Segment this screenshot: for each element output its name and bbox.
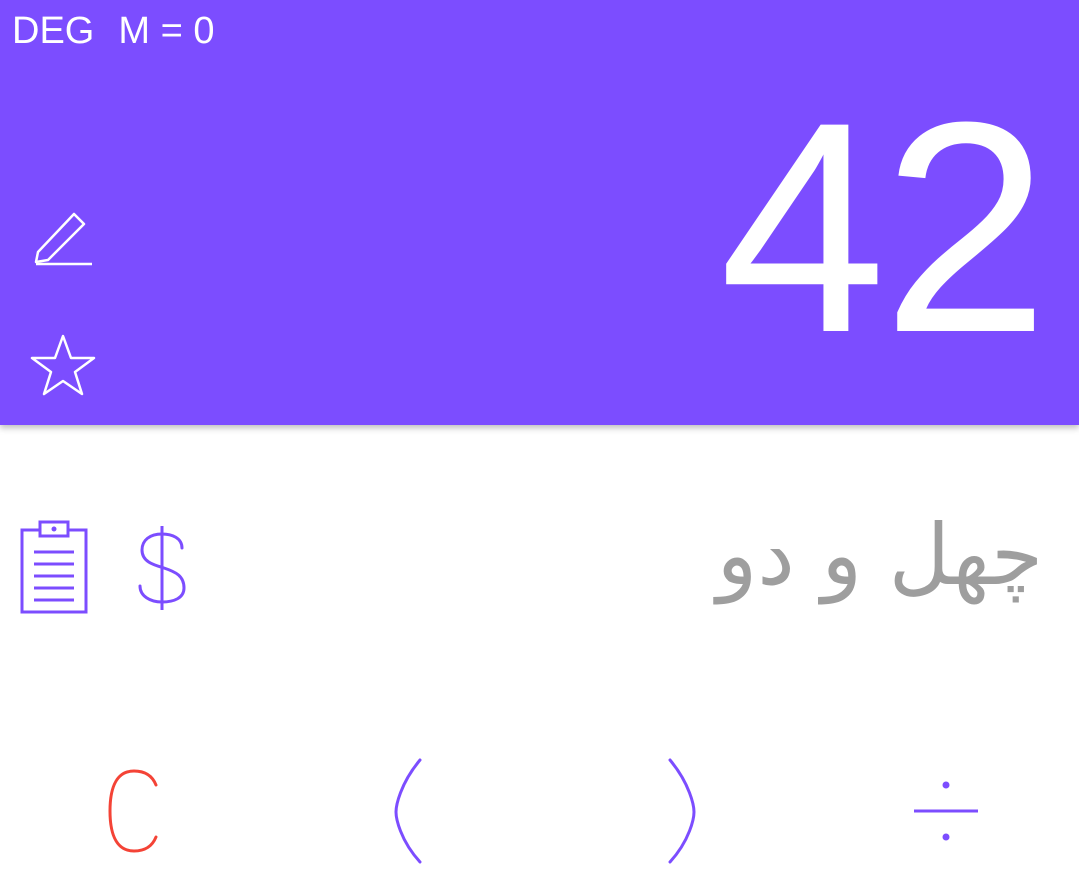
memory-indicator: M = 0 (118, 10, 215, 52)
close-paren-key[interactable] (600, 752, 760, 870)
angle-mode-indicator[interactable]: DEG (12, 8, 94, 54)
pencil-icon (34, 212, 92, 266)
clipboard-icon (20, 520, 88, 614)
display-panel: DEG M = 0 42 (0, 0, 1079, 425)
number-in-words: چهل و دو (716, 506, 1043, 604)
open-paren-icon (394, 758, 422, 864)
divide-icon (914, 781, 978, 841)
clear-key[interactable] (54, 752, 214, 870)
divide-key[interactable] (866, 752, 1026, 870)
dollar-icon (138, 526, 186, 610)
open-paren-key[interactable] (330, 752, 490, 870)
close-paren-icon (668, 758, 696, 864)
edit-button[interactable] (30, 204, 96, 270)
star-icon (30, 334, 96, 396)
clear-icon (108, 769, 158, 853)
clipboard-button[interactable] (18, 518, 90, 616)
currency-button[interactable] (130, 522, 194, 614)
favorite-button[interactable] (28, 330, 98, 400)
status-bar: DEG M = 0 (12, 8, 214, 54)
result-display: 42 (719, 59, 1049, 395)
